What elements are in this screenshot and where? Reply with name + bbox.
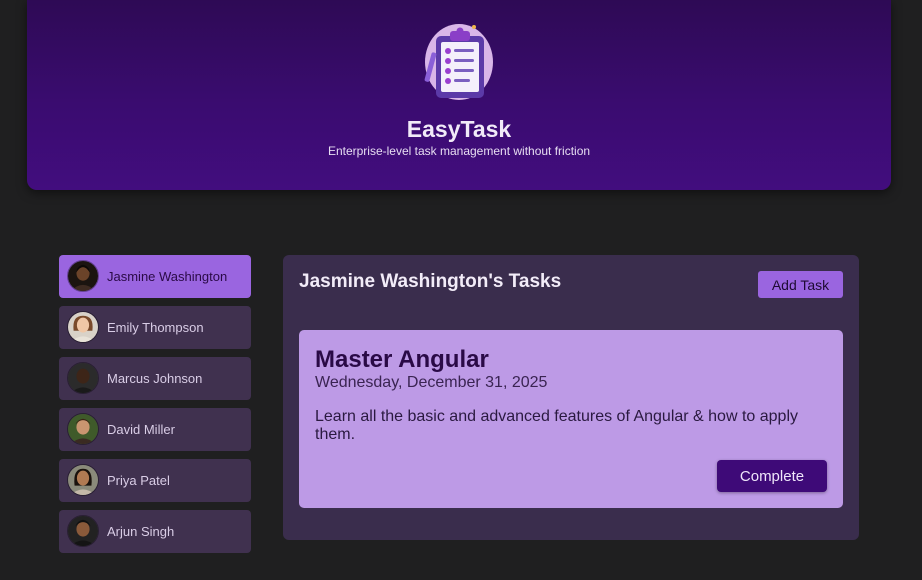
task-summary: Learn all the basic and advanced feature… [315, 408, 798, 443]
user-name: Marcus Johnson [107, 371, 203, 386]
user-item-priya-patel[interactable]: Priya Patel [59, 459, 251, 502]
app-title: EasyTask [406, 116, 512, 142]
user-avatar [67, 464, 99, 496]
task-due-date: Wednesday, December 31, 2025 [315, 374, 548, 391]
complete-button[interactable]: Complete [717, 460, 827, 492]
add-task-button[interactable]: Add Task [758, 271, 843, 298]
user-item-david-miller[interactable]: David Miller [59, 408, 251, 451]
user-item-jasmine-washington[interactable]: Jasmine Washington [59, 255, 251, 298]
user-item-arjun-singh[interactable]: Arjun Singh [59, 510, 251, 553]
user-name: David Miller [107, 422, 175, 437]
user-item-marcus-johnson[interactable]: Marcus Johnson [59, 357, 251, 400]
user-avatar [67, 311, 99, 343]
task-card: Master Angular Wednesday, December 31, 2… [299, 330, 843, 508]
app-subtitle: Enterprise-level task management without… [327, 144, 591, 158]
user-name: Jasmine Washington [107, 269, 228, 284]
user-item-emily-thompson[interactable]: Emily Thompson [59, 306, 251, 349]
user-avatar [67, 362, 99, 394]
user-name: Priya Patel [107, 473, 170, 488]
tasks-title: Jasmine Washington's Tasks [299, 271, 562, 292]
user-avatar [67, 515, 99, 547]
tasks-panel: Jasmine Washington's Tasks Add Task Mast… [283, 255, 859, 540]
user-list: Jasmine Washington Emily Thompson Marcus… [59, 255, 251, 561]
user-name: Emily Thompson [107, 320, 204, 335]
user-avatar [67, 260, 99, 292]
user-avatar [67, 413, 99, 445]
clipboard-checklist-icon [424, 24, 493, 100]
task-title: Master Angular [315, 346, 489, 373]
app-header: EasyTask Enterprise-level task managemen… [27, 0, 891, 190]
user-name: Arjun Singh [107, 524, 175, 539]
